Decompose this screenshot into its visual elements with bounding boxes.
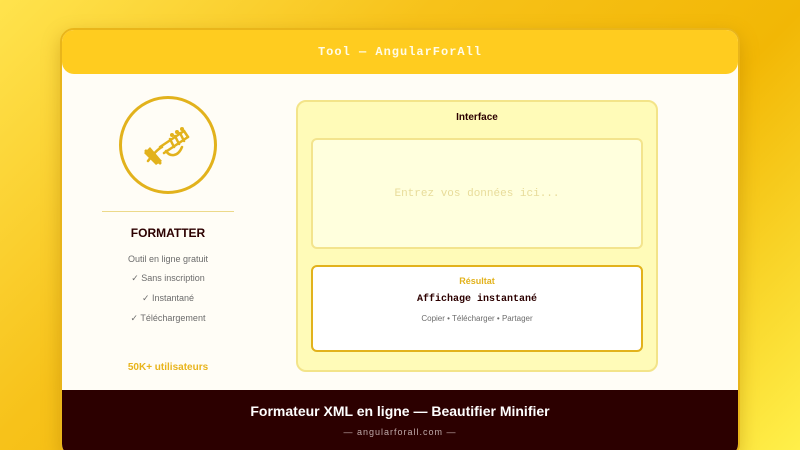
user-count: 50K+ utilisateurs — [127, 362, 209, 373]
data-input[interactable]: Entrez vos données ici... — [311, 138, 643, 249]
sidebar-divider — [102, 211, 234, 212]
interface-panel: Interface Entrez vos données ici... Résu… — [296, 100, 658, 372]
footer-banner: Formateur XML en ligne — Beautifier Mini… — [62, 390, 738, 450]
feature-download: ✓ Téléchargement — [130, 313, 206, 323]
feature-no-signup: ✓ Sans inscription — [131, 273, 205, 283]
window-title: Tool — AngularForAll — [317, 45, 483, 59]
interface-title: Interface — [456, 112, 498, 123]
input-placeholder: Entrez vos données ici... — [394, 187, 560, 200]
feature-instant: ✓ Instantané — [141, 293, 195, 303]
tool-icon-badge — [119, 96, 217, 194]
footer-title: Formateur XML en ligne — Beautifier Mini… — [250, 403, 550, 419]
result-label: Résultat — [459, 276, 495, 286]
result-actions[interactable]: Copier • Télécharger • Partager — [313, 314, 641, 323]
title-bar: Tool — AngularForAll — [62, 30, 738, 74]
app-window: Tool — AngularForAll FORMATTER Outil en … — [60, 28, 740, 450]
tool-subtitle: Outil en ligne gratuit — [127, 254, 209, 264]
result-value: Affichage instantané — [416, 294, 538, 305]
sidebar: FORMATTER Outil en ligne gratuit ✓ Sans … — [102, 96, 234, 324]
tool-name: FORMATTER — [130, 226, 206, 240]
footer-url[interactable]: — angularforall.com — — [62, 427, 738, 437]
trumpet-icon — [144, 127, 190, 165]
result-panel: Résultat Affichage instantané Copier • T… — [311, 265, 643, 352]
